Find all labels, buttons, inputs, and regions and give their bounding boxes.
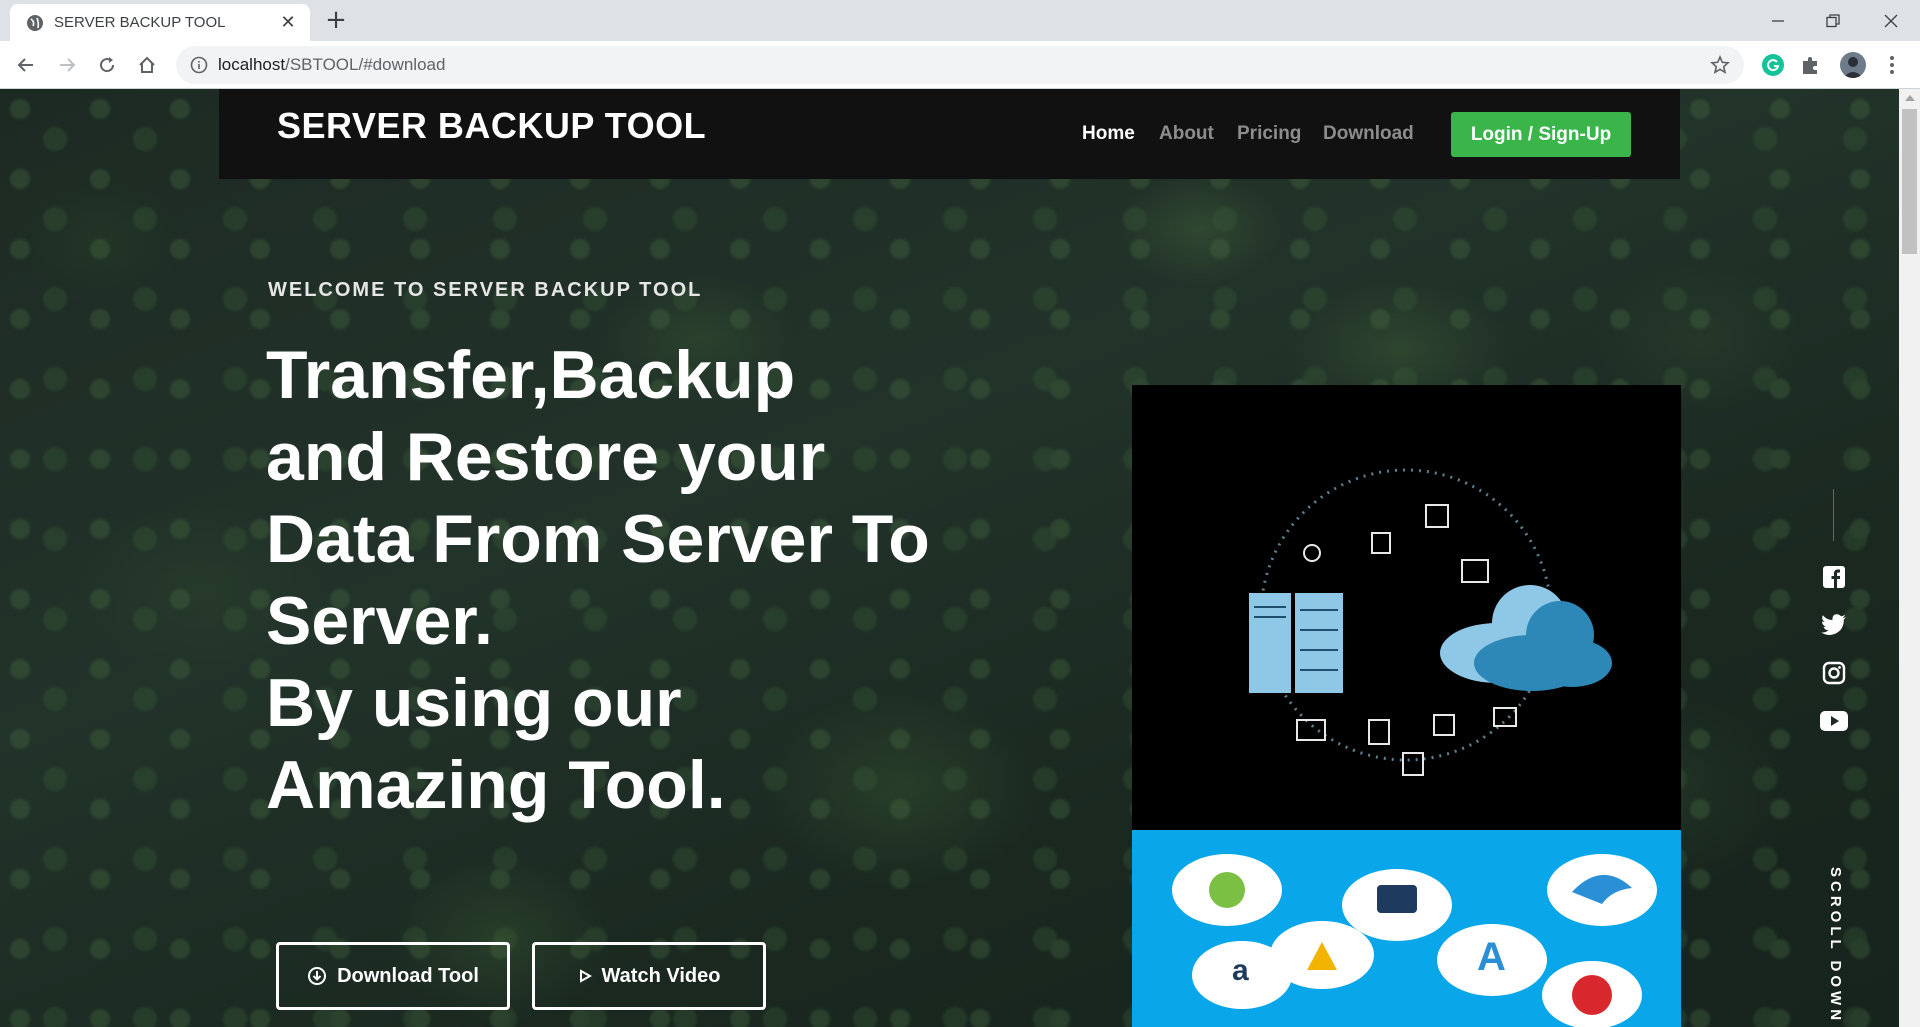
server-cloud-diagram [1249,468,1612,776]
browser-toolbar: localhost/SBTOOL/#download [0,41,1920,89]
youtube-icon [1820,711,1848,731]
watch-video-button[interactable]: Watch Video [532,942,766,1010]
video-icon [1296,719,1326,741]
url-host: localhost [218,55,286,74]
headline-line: By using our [266,665,682,741]
backup-illustration [1132,385,1681,830]
headline-line: Transfer,Backup [266,337,796,413]
download-tool-button[interactable]: Download Tool [276,942,510,1010]
address-bar[interactable]: localhost/SBTOOL/#download [176,46,1744,84]
grammarly-icon [1767,59,1780,72]
pinwheel-logo-icon [1209,872,1245,908]
page-scrollbar[interactable] [1899,89,1920,1027]
nav-link-pricing[interactable]: Pricing [1237,123,1301,145]
arrow-left-icon [17,58,33,72]
instagram-icon [1822,661,1846,685]
headline-line: Amazing Tool. [266,747,726,823]
home-icon [139,56,155,73]
twitter-icon [1821,614,1846,635]
file-icon [1433,714,1455,736]
document-icon [1371,532,1391,554]
cloud-icon [1440,585,1612,691]
grammarly-extension-icon[interactable] [1762,54,1784,76]
site-brand[interactable]: SERVER BACKUP TOOL [277,105,706,147]
play-icon [579,969,592,983]
home-button[interactable] [133,51,161,79]
pdf-icon [1368,719,1390,745]
music-icon [1303,544,1321,562]
mega-logo-icon [1572,975,1612,1015]
hero-headline: Transfer,Backup and Restore your Data Fr… [266,334,966,826]
azure-logo-icon: A [1477,935,1506,979]
restore-window-button[interactable] [1810,0,1856,41]
url-path: /SBTOOL/#download [285,55,446,74]
headline-line: Server. [266,583,493,659]
globe-icon [27,15,43,31]
forward-button[interactable] [53,51,81,79]
watch-video-label: Watch Video [601,964,721,987]
site-navbar: SERVER BACKUP TOOL Home About Pricing Do… [219,89,1680,179]
new-tab-button[interactable]: + [322,7,350,35]
facebook-icon [1823,566,1845,588]
headline-line: Data From Server To [266,501,930,577]
login-signup-button[interactable]: Login / Sign-Up [1451,112,1631,157]
info-icon[interactable] [190,56,208,74]
scroll-down-indicator[interactable]: SCROLL DOWN [1824,867,1844,1024]
reload-button[interactable] [93,51,121,79]
arrow-right-icon [60,58,76,72]
globe-drive-icon [1377,885,1417,913]
scrollbar-thumb[interactable] [1902,109,1917,254]
back-button[interactable] [12,51,40,79]
reload-icon [100,57,115,73]
extensions-puzzle-icon[interactable] [1800,54,1822,76]
download-tool-label: Download Tool [337,964,479,987]
nav-link-download[interactable]: Download [1323,123,1414,145]
browser-menu-icon[interactable] [1882,53,1902,77]
close-window-button[interactable] [1868,0,1914,41]
scroll-up-arrow-icon[interactable] [1905,95,1915,101]
browser-tab[interactable]: SERVER BACKUP TOOL ✕ [10,4,310,41]
instagram-link[interactable] [1820,659,1848,687]
headline-line: and Restore your [266,419,826,495]
excel-icon [1461,559,1489,583]
cloud-providers-diagram: a A [1172,854,1657,1027]
close-tab-icon[interactable]: ✕ [278,13,298,33]
server-icon [1249,593,1343,693]
user-avatar-icon [1843,57,1863,78]
image-icon [1493,707,1517,727]
facebook-link[interactable] [1820,563,1848,591]
youtube-link[interactable] [1820,707,1848,735]
text-file-icon [1402,752,1424,776]
hero-eyebrow: WELCOME TO SERVER BACKUP TOOL [268,279,703,301]
nav-link-home[interactable]: Home [1082,123,1135,145]
twitter-link[interactable] [1820,611,1848,639]
minimize-window-button[interactable] [1755,0,1801,41]
page-viewport: SERVER BACKUP TOOL Home About Pricing Do… [0,89,1899,1027]
minimize-icon [1772,19,1784,22]
restore-icon [1826,13,1840,27]
cloud-providers-illustration: a A [1132,830,1681,1027]
profile-avatar[interactable] [1840,52,1866,78]
tab-title: SERVER BACKUP TOOL [54,14,226,31]
browser-tab-strip: SERVER BACKUP TOOL ✕ + [0,0,1920,41]
nav-link-about[interactable]: About [1159,123,1214,145]
close-icon [1884,14,1898,27]
download-circle-icon [308,967,327,985]
bookmark-star-icon[interactable] [1710,55,1730,75]
url-text[interactable]: localhost/SBTOOL/#download [218,55,445,75]
social-divider [1833,489,1834,541]
amazon-logo-icon: a [1232,954,1249,987]
edit-icon [1425,504,1449,528]
